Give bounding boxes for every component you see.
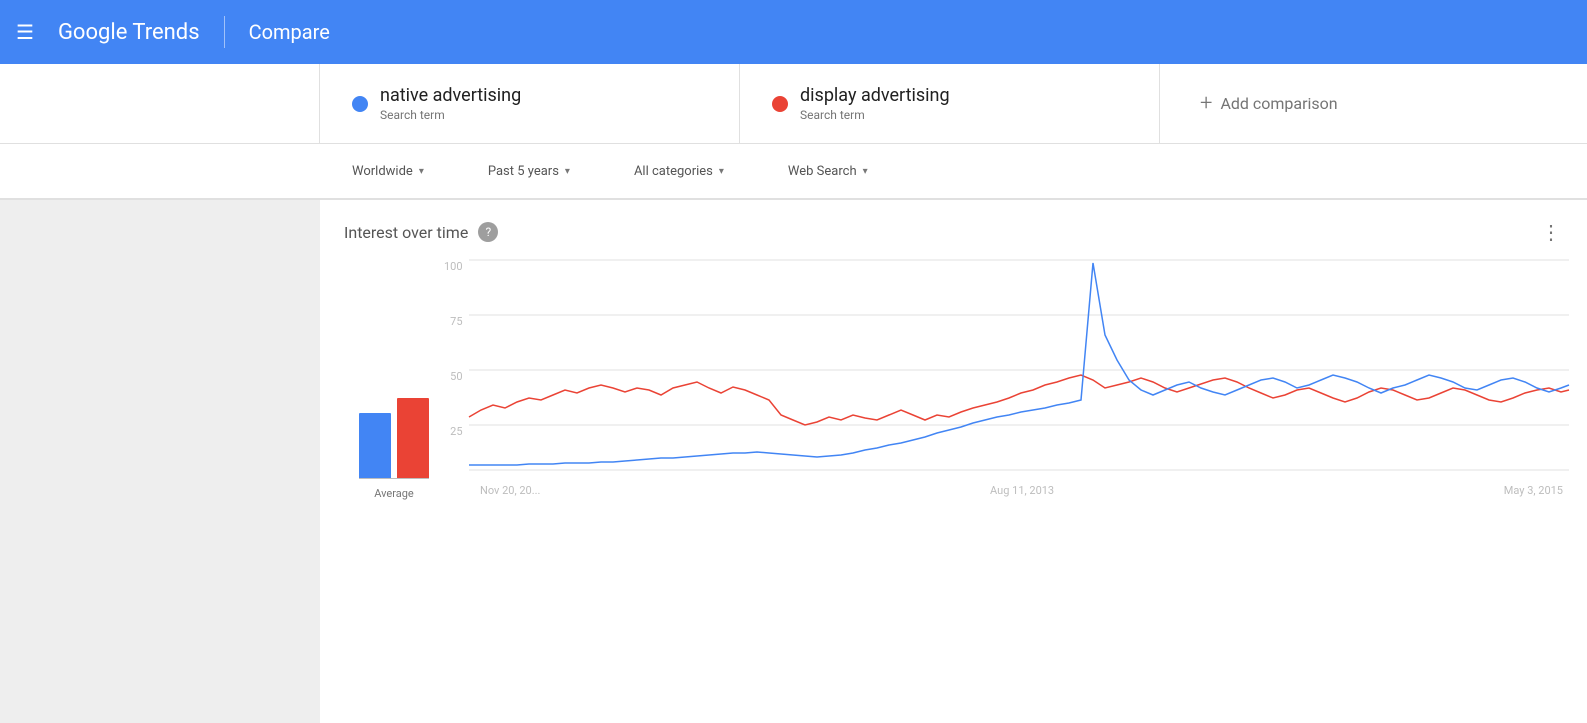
bar-chart-section: Average	[344, 378, 444, 520]
bar-chart-bars	[359, 378, 429, 478]
x-label-3: May 3, 2015	[1504, 484, 1563, 497]
search-term-item-2[interactable]: display advertising Search term	[740, 64, 1160, 143]
term2-info: display advertising Search term	[800, 85, 950, 122]
term2-name: display advertising	[800, 85, 950, 106]
term1-info: native advertising Search term	[380, 85, 521, 122]
chart-header: Interest over time ? ⋮	[320, 200, 1587, 260]
chart-area: Interest over time ? ⋮ Average	[320, 200, 1587, 723]
x-label-1: Nov 20, 20...	[480, 484, 540, 497]
y-label-100: 100	[444, 260, 469, 273]
line-chart-svg	[469, 260, 1569, 480]
filter-category[interactable]: All categories ▾	[602, 144, 756, 198]
filter-search-type[interactable]: Web Search ▾	[756, 144, 900, 198]
chart-title-group: Interest over time ?	[344, 222, 498, 242]
search-term-item-1[interactable]: native advertising Search term	[320, 64, 740, 143]
main-content: Interest over time ? ⋮ Average	[0, 200, 1587, 723]
filter-time-label: Past 5 years	[488, 164, 559, 179]
filter-time[interactable]: Past 5 years ▾	[456, 144, 602, 198]
term2-type: Search term	[800, 108, 950, 122]
filter-time-arrow: ▾	[565, 166, 570, 177]
y-label-75: 75	[444, 315, 469, 328]
compare-label: Compare	[249, 20, 330, 44]
line-chart-section: 100 75 50 25	[444, 260, 1563, 520]
filter-category-arrow: ▾	[719, 166, 724, 177]
filter-region-label: Worldwide	[352, 164, 413, 179]
search-bar-area: native advertising Search term display a…	[0, 64, 1587, 144]
interest-over-time-section: Interest over time ? ⋮ Average	[320, 200, 1587, 540]
header-divider	[224, 16, 225, 48]
help-icon[interactable]: ?	[478, 222, 498, 242]
left-sidebar	[0, 200, 320, 723]
y-label-25: 25	[444, 425, 469, 438]
search-terms-container: native advertising Search term display a…	[320, 64, 1587, 143]
chart-inner: Average 100 75 50 25	[344, 260, 1563, 520]
filter-region-arrow: ▾	[419, 166, 424, 177]
more-options-icon[interactable]: ⋮	[1541, 220, 1563, 244]
red-line	[469, 375, 1569, 425]
line-chart-wrapper: 100 75 50 25	[444, 260, 1563, 520]
term2-dot	[772, 96, 788, 112]
filter-search-type-label: Web Search	[788, 164, 857, 179]
menu-icon[interactable]: ☰	[16, 20, 34, 44]
x-label-2: Aug 11, 2013	[990, 484, 1054, 497]
bar-native	[359, 413, 391, 478]
header: ☰ Google Trends Compare	[0, 0, 1587, 64]
add-comparison-label: Add comparison	[1220, 94, 1337, 113]
blue-line	[469, 263, 1569, 465]
left-sidebar-top-space	[0, 64, 320, 143]
filters-row: Worldwide ▾ Past 5 years ▾ All categorie…	[0, 144, 1587, 200]
x-axis: Nov 20, 20... Aug 11, 2013 May 3, 2015	[444, 484, 1563, 497]
term1-type: Search term	[380, 108, 521, 122]
term1-dot	[352, 96, 368, 112]
filter-search-type-arrow: ▾	[863, 166, 868, 177]
filter-region[interactable]: Worldwide ▾	[320, 144, 456, 198]
filter-category-label: All categories	[634, 164, 713, 179]
y-label-50: 50	[444, 370, 469, 383]
bar-average-label: Average	[374, 487, 414, 500]
logo-text: Google Trends	[58, 20, 200, 45]
term1-name: native advertising	[380, 85, 521, 106]
chart-canvas: Average 100 75 50 25	[320, 260, 1587, 540]
add-comparison-button[interactable]: + Add comparison	[1160, 91, 1378, 116]
bar-display	[397, 398, 429, 478]
chart-title: Interest over time	[344, 223, 468, 242]
add-plus-icon: +	[1200, 91, 1212, 116]
logo: Google Trends	[58, 20, 200, 45]
